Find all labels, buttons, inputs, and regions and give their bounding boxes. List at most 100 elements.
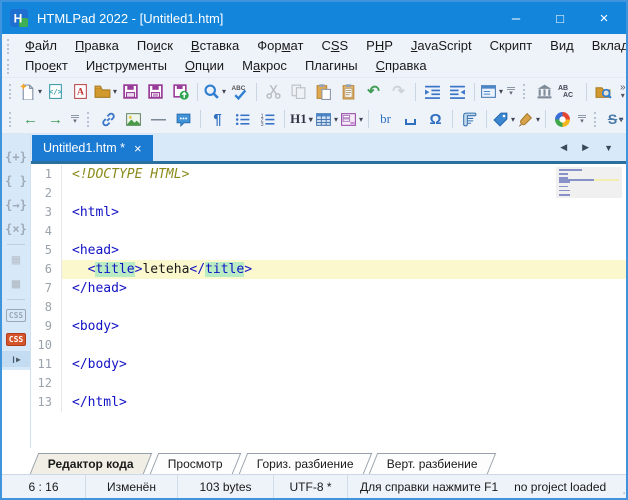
css-style-button[interactable]: S (604, 107, 627, 131)
spellcheck-button[interactable]: ABC (228, 80, 251, 104)
minimize-button[interactable]: – (494, 2, 538, 34)
menu-item-поиск[interactable]: Поиск (128, 38, 182, 53)
code-line-8[interactable]: 8 (31, 298, 626, 317)
view-tab-просмотр[interactable]: Просмотр (149, 453, 240, 474)
insert-form-button[interactable] (340, 107, 363, 131)
close-button[interactable]: × (582, 2, 626, 34)
insert-hr-button[interactable]: — (147, 107, 170, 131)
paste-button[interactable] (312, 80, 335, 104)
insert-script-button[interactable] (458, 107, 481, 131)
paragraph-button[interactable]: ¶ (206, 107, 229, 131)
open-file-button[interactable] (94, 80, 117, 104)
tab-list-icon[interactable]: ▼ (604, 143, 613, 153)
code-line-3[interactable]: 3<html> (31, 203, 626, 222)
encoding[interactable]: UTF-8 * (274, 475, 348, 498)
cut-button[interactable] (262, 80, 285, 104)
outdent-button[interactable] (446, 80, 469, 104)
titlebar[interactable]: H HTMLPad 2022 - [Untitled1.htm] – □ × (2, 2, 626, 34)
menu-item-css[interactable]: CSS (312, 38, 357, 53)
view-tab-редактор-кода[interactable]: Редактор кода (30, 453, 152, 474)
snippet-icon[interactable]: { } (2, 169, 30, 193)
menu-item-справка[interactable]: Справка (367, 58, 436, 73)
snippet-delete-icon[interactable]: {×} (2, 217, 30, 241)
code-line-12[interactable]: 12 (31, 374, 626, 393)
validator-button[interactable] (533, 80, 556, 104)
copy-button[interactable] (287, 80, 310, 104)
toolbar-grip[interactable] (594, 112, 596, 127)
menu-item-макрос[interactable]: Макрос (233, 58, 296, 73)
save-all-button[interactable] (144, 80, 167, 104)
new-template-document-button[interactable]: A (69, 80, 92, 104)
toolbar-overflow-button[interactable] (507, 87, 515, 96)
insert-table-button[interactable] (315, 107, 338, 131)
code-line-9[interactable]: 9<body> (31, 317, 626, 336)
insert-symbol-button[interactable]: Ω (424, 107, 447, 131)
insert-image-button[interactable] (122, 107, 145, 131)
color-picker-button[interactable] (551, 107, 574, 131)
heading-button[interactable]: H1 (290, 107, 313, 131)
toolbar-more-button[interactable] (616, 84, 628, 100)
menu-item-javascript[interactable]: JavaScript (402, 38, 481, 53)
menu-item-формат[interactable]: Формат (248, 38, 312, 53)
find-in-files-button[interactable] (592, 80, 615, 104)
code-line-7[interactable]: 7</head> (31, 279, 626, 298)
table-panel-icon[interactable]: ▦ (2, 248, 30, 272)
document-tab[interactable]: Untitled1.htm * × (32, 135, 153, 161)
code-line-13[interactable]: 13</html> (31, 393, 626, 412)
format-painter-button[interactable] (517, 107, 540, 131)
code-line-5[interactable]: 5<head> (31, 241, 626, 260)
indent-button[interactable] (421, 80, 444, 104)
code-line-1[interactable]: 1<!DOCTYPE HTML> (31, 165, 626, 184)
toolbar-overflow-button[interactable] (578, 115, 586, 124)
css-inactive-icon[interactable]: CSS (2, 303, 30, 327)
convert-case-button[interactable]: AB AC (558, 80, 581, 104)
menu-item-файл[interactable]: Файл (16, 38, 66, 53)
insert-br-button[interactable]: br (374, 107, 397, 131)
menu-item-скрипт[interactable]: Скрипт (481, 38, 542, 53)
sidebar-expand-icon[interactable]: ❙▶ (2, 351, 30, 367)
menu-item-вставка[interactable]: Вставка (182, 38, 248, 53)
toolbar-grip[interactable] (7, 59, 9, 74)
toolbar-grip[interactable] (523, 84, 525, 99)
insert-nbsp-button[interactable] (399, 107, 422, 131)
undo-button[interactable]: ↶ (362, 80, 385, 104)
toolbar-grip[interactable] (7, 39, 9, 54)
save-button[interactable] (119, 80, 142, 104)
toolbar-grip[interactable] (87, 112, 89, 127)
code-line-10[interactable]: 10 (31, 336, 626, 355)
insert-comment-button[interactable] (172, 107, 195, 131)
tab-next-icon[interactable]: ▶ (582, 142, 589, 153)
clipboard-viewer-button[interactable] (337, 80, 360, 104)
new-document-button[interactable] (19, 80, 42, 104)
code-line-4[interactable]: 4 (31, 222, 626, 241)
tab-prev-icon[interactable]: ◀ (560, 142, 567, 153)
resize-grip-icon[interactable]: ⋰ (622, 475, 628, 498)
code-line-2[interactable]: 2 (31, 184, 626, 203)
ordered-list-button[interactable]: 123 (256, 107, 279, 131)
panels-button[interactable] (480, 80, 503, 104)
tab-close-icon[interactable]: × (134, 142, 142, 155)
snippet-insert-icon[interactable]: {+} (2, 145, 30, 169)
css-active-icon[interactable]: CSS (2, 327, 30, 351)
save-as-button[interactable] (169, 80, 192, 104)
forward-button[interactable]: → (44, 107, 67, 131)
menu-item-правка[interactable]: Правка (66, 38, 128, 53)
menu-item-вид[interactable]: Вид (541, 38, 583, 53)
redo-button[interactable]: ↷ (387, 80, 410, 104)
maximize-button[interactable]: □ (538, 2, 582, 34)
code-line-11[interactable]: 11</body> (31, 355, 626, 374)
search-button[interactable] (203, 80, 226, 104)
menu-item-плагины[interactable]: Плагины (296, 58, 367, 73)
menu-item-вкладка[interactable]: Вкладка (583, 38, 628, 53)
insert-tag-button[interactable] (492, 107, 515, 131)
snippet-export-icon[interactable]: {→} (2, 193, 30, 217)
back-button[interactable]: ← (19, 107, 42, 131)
new-html-document-button[interactable]: </> (44, 80, 67, 104)
toolbar-overflow-button[interactable] (71, 115, 79, 124)
box-panel-icon[interactable]: ■ (2, 272, 30, 296)
code-line-6[interactable]: 6 <title>leteha</title> (31, 260, 626, 279)
insert-link-button[interactable] (97, 107, 120, 131)
editor-pane[interactable]: 1<!DOCTYPE HTML>23<html>45<head>6 <title… (31, 164, 626, 448)
view-tab-верт-разбиение[interactable]: Верт. разбиение (369, 453, 496, 474)
toolbar-grip[interactable] (9, 84, 11, 99)
